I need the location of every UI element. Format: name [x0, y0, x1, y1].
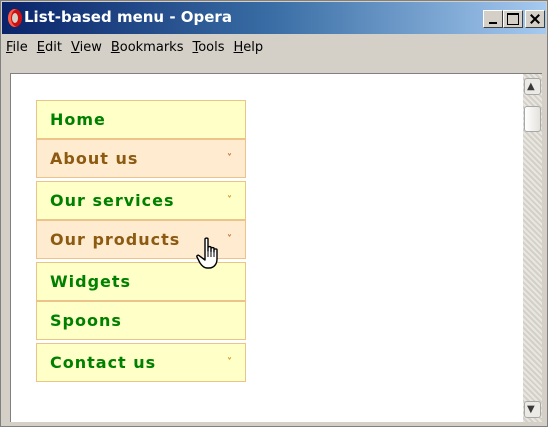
nav-item-label: Widgets: [50, 272, 132, 291]
opera-icon: [8, 9, 22, 27]
menu-bookmarks[interactable]: Bookmarks: [107, 38, 189, 57]
scroll-thumb[interactable]: [524, 106, 541, 132]
vertical-scrollbar[interactable]: ▲ ▼: [523, 73, 542, 422]
nav-item-label: Our services: [50, 191, 175, 210]
menu-file[interactable]: File: [2, 38, 33, 57]
menu-tools[interactable]: Tools: [188, 38, 229, 57]
nav-item-label: About us: [50, 149, 139, 168]
menu-bar: File Edit View Bookmarks Tools Help: [2, 34, 546, 74]
menu-view[interactable]: View: [67, 38, 107, 57]
window-title: List-based menu - Opera: [24, 8, 232, 26]
nav-item-our-services[interactable]: Our services ˅: [36, 181, 246, 220]
nav-item-contact-us[interactable]: Contact us ˅: [36, 343, 246, 382]
nav-item-about-us[interactable]: About us ˅: [36, 139, 246, 178]
close-button[interactable]: [525, 10, 545, 28]
menu-help[interactable]: Help: [230, 38, 269, 57]
nav-item-home[interactable]: Home: [36, 100, 246, 139]
minimize-button[interactable]: [483, 10, 503, 28]
title-bar[interactable]: List-based menu - Opera: [2, 2, 546, 34]
nav-item-label: Contact us: [50, 353, 157, 372]
chevron-down-icon: ˅: [227, 195, 232, 206]
nav-item-label: Our products: [50, 230, 181, 249]
scroll-down-button[interactable]: ▼: [524, 401, 541, 418]
chevron-down-icon: ˅: [227, 357, 232, 368]
menu-edit[interactable]: Edit: [33, 38, 67, 57]
nav-subitem-spoons[interactable]: Spoons: [36, 301, 246, 340]
hand-pointer-icon: [196, 237, 218, 269]
nav-item-label: Spoons: [50, 311, 122, 330]
chevron-down-icon: ▼: [527, 404, 535, 415]
maximize-button[interactable]: [503, 10, 523, 28]
scroll-up-button[interactable]: ▲: [524, 78, 541, 95]
chevron-up-icon: ▲: [527, 81, 535, 92]
nav-item-label: Home: [50, 110, 106, 129]
chevron-down-icon: ˅: [227, 153, 232, 164]
chevron-down-icon: ˅: [227, 234, 232, 245]
